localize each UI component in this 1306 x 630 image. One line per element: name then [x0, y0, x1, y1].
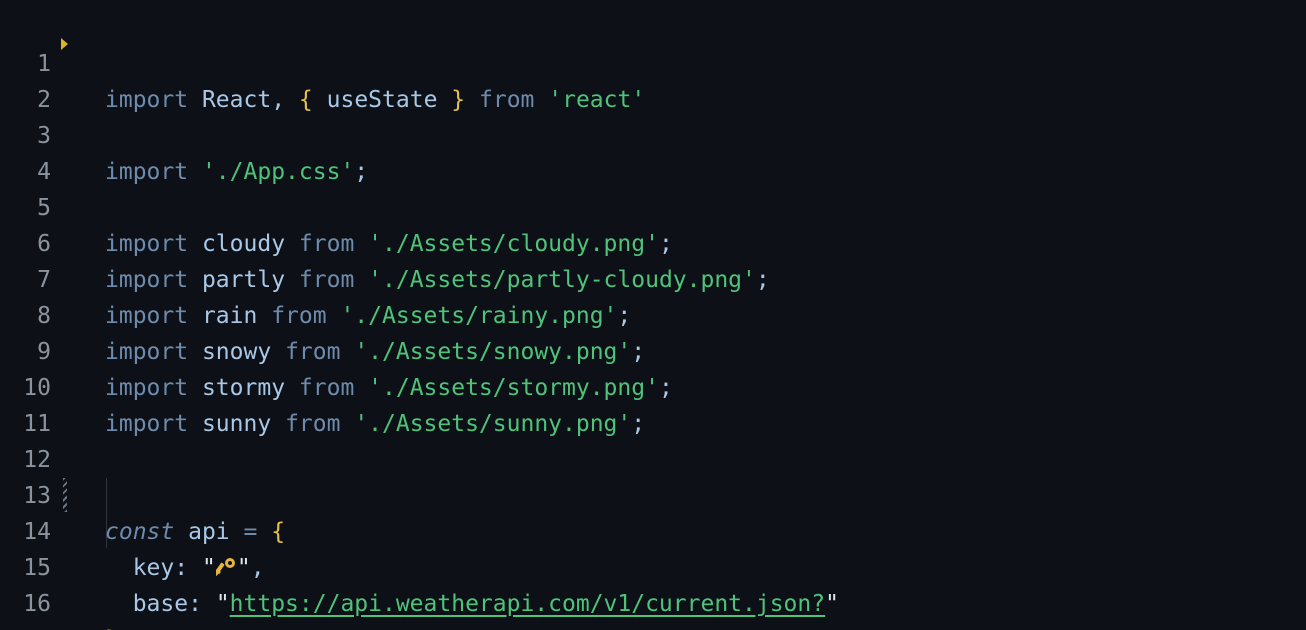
line-number: 17 — [0, 622, 51, 630]
code-line[interactable]: 11 — [0, 370, 1306, 437]
code-line[interactable]: 14 key: " ", — [0, 478, 1306, 581]
code-line[interactable]: 13 const api = { — [0, 442, 1306, 545]
code-line[interactable]: 1 import React, { useState } from 'react… — [0, 10, 1306, 113]
code-line[interactable]: 10 import sunny from './Assets/sunny.png… — [0, 334, 1306, 437]
code-line[interactable]: 17 — [0, 586, 1306, 630]
code-line[interactable]: 2 — [0, 46, 1306, 113]
code-line[interactable]: 4 — [0, 118, 1306, 185]
code-line[interactable]: 12 — [0, 406, 1306, 473]
code-content: } — [105, 622, 119, 630]
code-line[interactable]: 3 import './App.css'; — [0, 82, 1306, 185]
code-editor[interactable]: 1 import React, { useState } from 'react… — [0, 0, 1306, 630]
code-line[interactable]: 15 base: "https://api.weatherapi.com/v1/… — [0, 514, 1306, 617]
code-line[interactable]: 6 import partly from './Assets/partly-cl… — [0, 190, 1306, 293]
code-line[interactable]: 9 import stormy from './Assets/stormy.pn… — [0, 298, 1306, 401]
code-line[interactable]: 16 } — [0, 550, 1306, 630]
code-line[interactable]: 5 import cloudy from './Assets/cloudy.pn… — [0, 154, 1306, 257]
code-line[interactable]: 8 import snowy from './Assets/snowy.png'… — [0, 262, 1306, 365]
code-line[interactable]: 7 import rain from './Assets/rainy.png'; — [0, 226, 1306, 329]
